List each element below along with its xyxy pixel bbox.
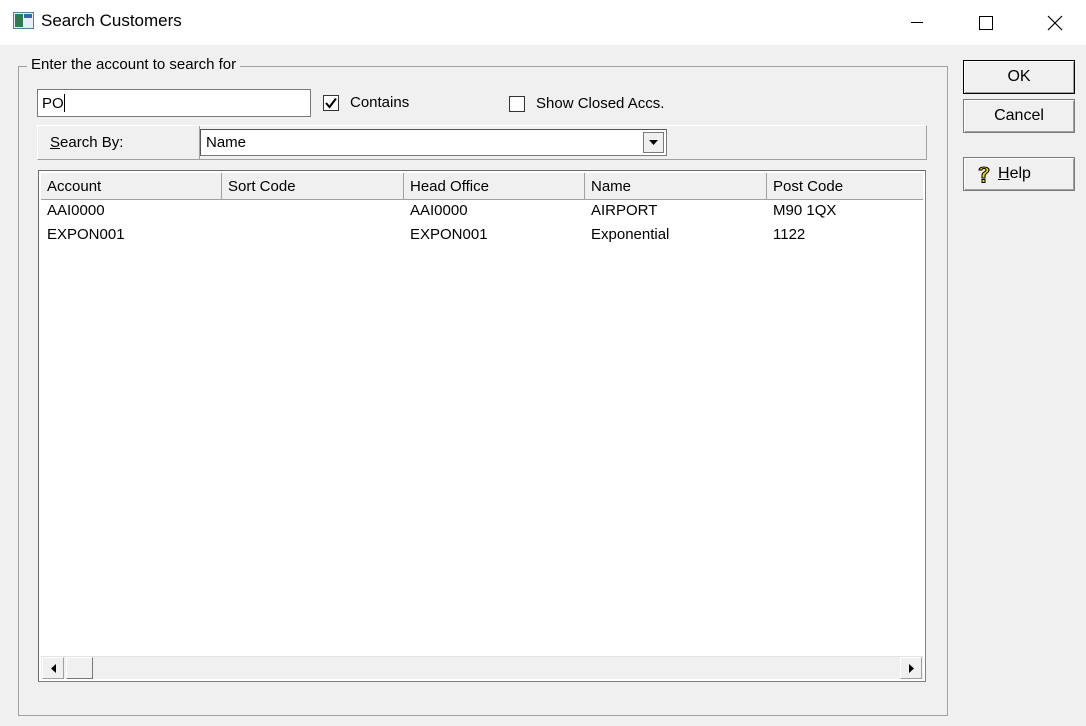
dropdown-arrow-icon bbox=[649, 140, 658, 145]
cell-post-code: 1122 bbox=[773, 226, 806, 243]
results-list[interactable]: Account Sort Code Head Office Name Post … bbox=[38, 170, 926, 682]
column-header-head-office[interactable]: Head Office bbox=[404, 173, 585, 200]
show-closed-checkbox[interactable] bbox=[509, 96, 525, 112]
search-by-label-rest: earch By: bbox=[60, 134, 124, 151]
window-title: Search Customers bbox=[41, 11, 182, 30]
column-header-post-code[interactable]: Post Code bbox=[767, 173, 923, 200]
ok-button[interactable]: OK bbox=[963, 60, 1075, 94]
title-bar: Search Customers bbox=[0, 0, 1086, 45]
dropdown-button[interactable] bbox=[643, 132, 664, 153]
help-label-rest: elp bbox=[1009, 165, 1031, 182]
maximize-button[interactable] bbox=[951, 0, 1021, 45]
search-input[interactable] bbox=[37, 89, 311, 117]
search-by-value: Name bbox=[206, 134, 247, 151]
list-header: Account Sort Code Head Office Name Post … bbox=[41, 173, 923, 200]
cell-name: AIRPORT bbox=[591, 202, 658, 219]
maximize-icon bbox=[979, 15, 993, 30]
scroll-thumb[interactable] bbox=[66, 657, 93, 679]
column-header-sort-code[interactable]: Sort Code bbox=[222, 173, 404, 200]
cancel-button[interactable]: Cancel bbox=[963, 99, 1075, 133]
text-caret bbox=[64, 94, 65, 112]
cell-head-office: EXPON001 bbox=[410, 226, 488, 243]
close-button[interactable] bbox=[1020, 0, 1086, 45]
contains-checkbox[interactable] bbox=[323, 95, 339, 111]
minimize-icon bbox=[911, 21, 923, 23]
show-closed-label: Show Closed Accs. bbox=[536, 95, 665, 112]
minimize-button[interactable] bbox=[882, 0, 952, 45]
cell-head-office: AAI0000 bbox=[410, 202, 468, 219]
table-row[interactable]: EXPON001 EXPON001 Exponential 1122 bbox=[41, 226, 923, 250]
column-header-account[interactable]: Account bbox=[41, 173, 222, 200]
search-by-select[interactable]: Name bbox=[200, 129, 667, 156]
arrow-right-icon bbox=[908, 663, 914, 673]
help-icon bbox=[976, 164, 992, 184]
groupbox-legend: Enter the account to search for bbox=[27, 56, 241, 73]
checkmark-icon bbox=[325, 97, 337, 109]
search-by-label: Search By: bbox=[38, 126, 200, 159]
cell-post-code: M90 1QX bbox=[773, 202, 837, 219]
close-icon bbox=[1047, 15, 1063, 30]
help-accel: H bbox=[998, 165, 1010, 182]
search-by-accel: S bbox=[50, 134, 61, 151]
scroll-right-button[interactable] bbox=[900, 657, 922, 679]
horizontal-scrollbar[interactable] bbox=[41, 656, 923, 679]
column-header-name[interactable]: Name bbox=[585, 173, 767, 200]
help-button[interactable]: Help bbox=[963, 157, 1075, 191]
cell-name: Exponential bbox=[591, 226, 670, 243]
scroll-left-button[interactable] bbox=[42, 657, 64, 679]
table-row[interactable]: AAI0000 AAI0000 AIRPORT M90 1QX bbox=[41, 202, 923, 226]
cell-account: EXPON001 bbox=[47, 226, 125, 243]
contains-label: Contains bbox=[350, 94, 410, 111]
arrow-left-icon bbox=[50, 663, 56, 673]
cell-account: AAI0000 bbox=[47, 202, 105, 219]
app-icon bbox=[13, 12, 34, 29]
